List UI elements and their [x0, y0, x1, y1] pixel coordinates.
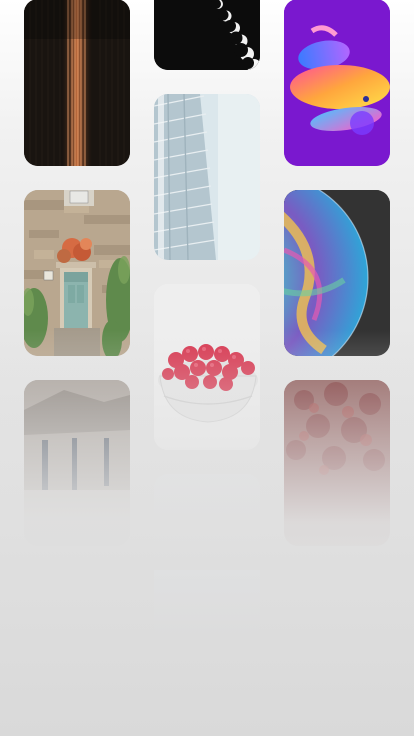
soap-bubble-image: [284, 190, 390, 356]
red-texture-image: [284, 380, 390, 546]
wallpaper-thumbnail-curtain[interactable]: [24, 0, 130, 166]
stone-wall-image: [24, 380, 130, 546]
wallpaper-thumbnail-glass-building[interactable]: [154, 94, 260, 260]
abstract-shapes-image: [284, 0, 390, 166]
wallpaper-thumbnail-stone-wall[interactable]: [24, 380, 130, 546]
curtain-image: [24, 0, 130, 166]
stone-house-image: [24, 190, 130, 356]
wallpaper-thumbnail-moon-phases[interactable]: [154, 0, 260, 70]
wallpaper-thumbnail-raspberries[interactable]: [154, 284, 260, 450]
glass-building-image: [154, 94, 260, 260]
wallpaper-thumbnail-soap-bubble[interactable]: [284, 190, 390, 356]
wallpaper-thumbnail-abstract-shapes[interactable]: [284, 0, 390, 166]
wallpaper-thumbnail-stone-house[interactable]: [24, 190, 130, 356]
wallpaper-thumbnail-red-texture[interactable]: [284, 380, 390, 546]
wallpaper-thumbnail-faded[interactable]: [154, 474, 260, 640]
moon-phases-image: [154, 0, 260, 70]
raspberries-image: [154, 284, 260, 450]
